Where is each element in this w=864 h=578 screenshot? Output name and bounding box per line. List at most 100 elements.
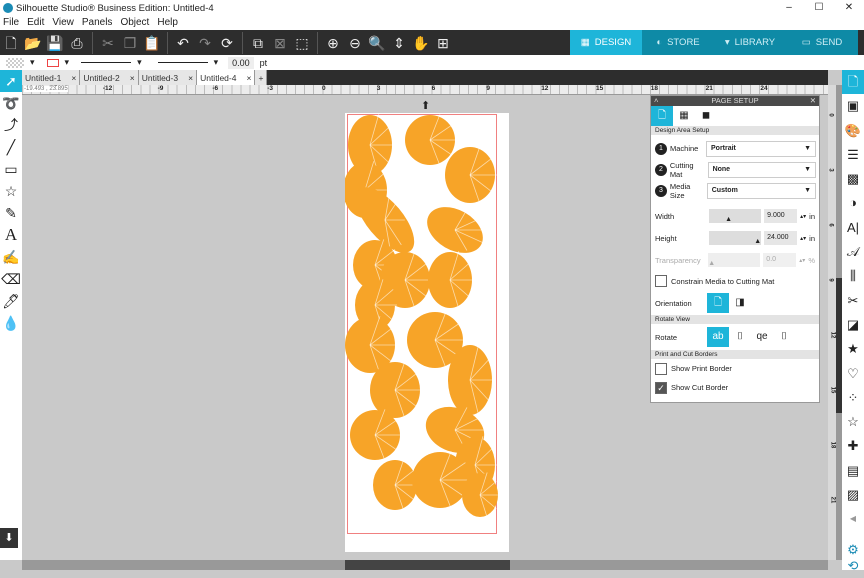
transparency-icon[interactable]: ◑ [842, 191, 864, 215]
open-icon[interactable]: 📂 [22, 32, 44, 54]
rotate-0-button[interactable]: ab [707, 327, 729, 347]
page-up-arrow-icon[interactable]: ⬆ [421, 99, 430, 112]
close-panel-icon[interactable]: ✕ [810, 96, 816, 106]
rotate-270-button[interactable]: ⌷ [773, 327, 795, 347]
constrain-checkbox[interactable] [655, 275, 667, 287]
dropdown-arrow-icon[interactable]: ▾ [30, 57, 35, 68]
dropdown-arrow-icon[interactable]: ▾ [214, 57, 219, 68]
cut-icon[interactable]: ✂ [97, 32, 119, 54]
replicate-panel-icon[interactable]: ◪ [842, 313, 864, 337]
eyedropper-icon[interactable]: 💧 [0, 312, 22, 334]
copy-icon[interactable]: ❐ [119, 32, 141, 54]
nav-store[interactable]: ◐ STORE [642, 30, 714, 55]
menu-help[interactable]: Help [157, 16, 178, 30]
landscape-orientation-button[interactable]: ◨ [729, 293, 751, 313]
modify-icon[interactable]: ★ [842, 337, 864, 361]
puzzle-icon[interactable]: ✚ [842, 434, 864, 458]
fill-swatch[interactable] [6, 57, 24, 68]
collapse-panel-icon[interactable]: ˄ [654, 96, 658, 106]
scroll-thumb[interactable] [345, 560, 510, 570]
nav-design[interactable]: ▦ DESIGN [570, 30, 642, 55]
new-tab-button[interactable]: + [255, 70, 268, 85]
line-end-select[interactable] [157, 62, 208, 63]
background-tab-icon[interactable]: ◼ [695, 106, 717, 126]
offset-icon[interactable]: ♡ [842, 362, 864, 386]
grid-tab-icon[interactable]: ▦ [673, 106, 695, 126]
line-icon[interactable]: ╱ [0, 136, 22, 158]
line-color-swatch[interactable] [46, 58, 59, 67]
text-style-icon[interactable]: A| [842, 216, 864, 240]
line-style-select[interactable] [81, 62, 132, 63]
height-stepper[interactable]: ▴▾ [800, 235, 806, 242]
zoom-in-icon[interactable]: ⊕ [322, 32, 344, 54]
print-icon[interactable]: ⎙ [66, 32, 88, 54]
dropdown-arrow-icon[interactable]: ▾ [65, 57, 70, 68]
width-slider[interactable]: ▲ [709, 209, 762, 223]
tab-untitled-3[interactable]: Untitled-3 × [138, 70, 198, 85]
fill-palette-icon[interactable]: 🎨 [842, 119, 864, 143]
portrait-orientation-button[interactable]: 🗋 [707, 293, 729, 313]
collapse-icon[interactable]: ◀ [842, 507, 864, 531]
group-icon[interactable]: ⧉ [247, 32, 269, 54]
sync-icon[interactable]: ⟲ [842, 554, 864, 578]
cutting-mat-select[interactable]: None ▼ [707, 161, 816, 178]
media-size-select[interactable]: Custom ▼ [706, 182, 816, 199]
menu-object[interactable]: Object [120, 16, 149, 30]
sketch-panel-icon[interactable]: ▨ [842, 483, 864, 507]
trace-icon[interactable]: ⁘ [842, 386, 864, 410]
width-stepper[interactable]: ▴▾ [800, 213, 806, 220]
transform-icon[interactable]: ✂ [842, 289, 864, 313]
height-input[interactable]: 24.000 [764, 231, 798, 245]
horizontal-scrollbar[interactable] [22, 560, 828, 570]
leaf-artwork[interactable] [345, 100, 510, 540]
show-cut-border-checkbox[interactable]: ✓ [655, 381, 667, 394]
compound-icon[interactable]: ⬚ [291, 32, 313, 54]
nav-library[interactable]: ▾ LIBRARY [714, 30, 786, 55]
transparency-slider[interactable]: ▲ [708, 253, 761, 267]
line-style-icon[interactable]: ☰ [842, 143, 864, 167]
width-input[interactable]: 9.000 [764, 209, 798, 223]
redo-icon[interactable]: ↷ [194, 32, 216, 54]
font-icon[interactable]: 𝒜 [842, 240, 864, 264]
nav-send[interactable]: ▭ SEND [786, 30, 858, 55]
close-button[interactable]: ✕ [834, 0, 864, 16]
tab-untitled-2[interactable]: Untitled-2 × [80, 70, 139, 85]
layers-icon[interactable]: ▤ [842, 459, 864, 483]
paste-icon[interactable]: 📋 [141, 32, 163, 54]
zoom-select-icon[interactable]: 🔍 [366, 32, 388, 54]
close-tab-icon[interactable]: × [188, 73, 193, 83]
page-setup-icon[interactable]: 🗋 [842, 70, 864, 95]
zoom-out-icon[interactable]: ⊖ [344, 32, 366, 54]
machine-select[interactable]: Portrait ▼ [706, 140, 816, 157]
pan-icon[interactable]: ✋ [410, 32, 432, 54]
transparency-input[interactable]: 0.0 [763, 253, 797, 267]
minimize-button[interactable]: – [774, 0, 804, 16]
eraser-icon[interactable]: ⌫ [0, 268, 22, 290]
menu-file[interactable]: File [3, 16, 19, 30]
height-slider[interactable]: ▲ [709, 231, 762, 245]
sketch-icon[interactable]: ✍ [0, 246, 22, 268]
show-print-border-checkbox[interactable] [655, 362, 667, 375]
dropdown-arrow-icon[interactable]: ▾ [137, 57, 142, 68]
new-icon[interactable]: 🗋 [0, 32, 22, 54]
undo-icon[interactable]: ↶ [172, 32, 194, 54]
point-edit-icon[interactable]: ➰ [0, 92, 22, 114]
close-tab-icon[interactable]: × [130, 73, 135, 83]
page-tab-icon[interactable]: 🗋 [651, 106, 673, 126]
text-icon[interactable]: A [0, 224, 22, 246]
align-icon[interactable]: ⫼ [842, 264, 864, 288]
menu-edit[interactable]: Edit [27, 16, 44, 30]
add-page-icon[interactable]: ⊞ [432, 32, 454, 54]
fit-page-icon[interactable]: ⇕ [388, 32, 410, 54]
menu-panels[interactable]: Panels [82, 16, 113, 30]
tab-untitled-1[interactable]: Untitled-1 × [22, 70, 81, 85]
menu-view[interactable]: View [52, 16, 74, 30]
knife-icon[interactable]: 🖊 [0, 290, 22, 312]
bezier-icon[interactable]: ⤴ [0, 114, 22, 136]
pencil-icon[interactable]: ✎ [0, 202, 22, 224]
star-icon[interactable]: ☆ [0, 180, 22, 202]
tab-untitled-4[interactable]: Untitled-4 × [197, 70, 256, 85]
pixscan-icon[interactable]: ▣ [842, 94, 864, 118]
rhinestone-icon[interactable]: ☆ [842, 410, 864, 434]
ungroup-icon[interactable]: ⊠ [269, 32, 291, 54]
